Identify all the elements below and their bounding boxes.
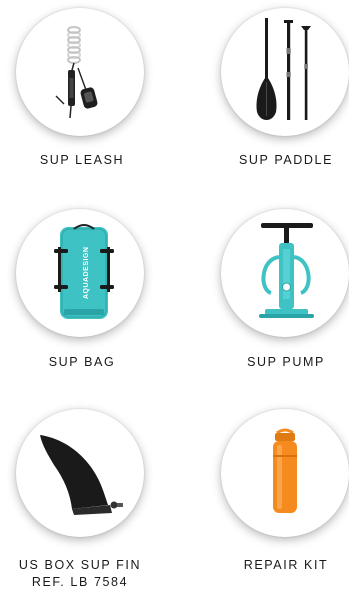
product-image-sup-fin[interactable] (16, 409, 144, 537)
product-name: REPAIR KIT (243, 558, 329, 572)
product-name: SUP PUMP (247, 355, 325, 369)
coiled-leash-icon (55, 25, 98, 119)
accessories-grid: SUP LEASH SUP PADDLE AQUADESIGN SUP BAG … (0, 0, 349, 600)
product-name: SUP LEASH (39, 153, 125, 167)
product-reference: REF. LB 7584 (31, 575, 129, 589)
product-image-sup-bag[interactable]: AQUADESIGN (16, 209, 144, 337)
hand-pump-icon (259, 223, 314, 318)
product-name: SUP PADDLE (238, 153, 334, 167)
product-label-repair-kit: REPAIR KIT (196, 557, 349, 574)
paddle-icon (256, 18, 311, 120)
product-image-sup-paddle[interactable] (221, 8, 349, 136)
repair-kit-icon (273, 428, 297, 513)
product-image-sup-leash[interactable] (16, 8, 144, 136)
backpack-icon: AQUADESIGN (54, 224, 114, 319)
product-label-sup-pump: SUP PUMP (196, 354, 349, 371)
product-label-sup-leash: SUP LEASH (0, 152, 172, 169)
brand-text: AQUADESIGN (83, 247, 90, 299)
product-name: US BOX SUP FIN (18, 558, 142, 572)
product-name: SUP BAG (48, 355, 116, 369)
product-image-sup-pump[interactable] (221, 209, 349, 337)
product-label-sup-fin: US BOX SUP FIN REF. LB 7584 (0, 557, 170, 591)
product-image-repair-kit[interactable] (221, 409, 349, 537)
product-label-sup-paddle: SUP PADDLE (196, 152, 349, 169)
product-label-sup-bag: SUP BAG (0, 354, 172, 371)
fin-icon (40, 435, 123, 515)
